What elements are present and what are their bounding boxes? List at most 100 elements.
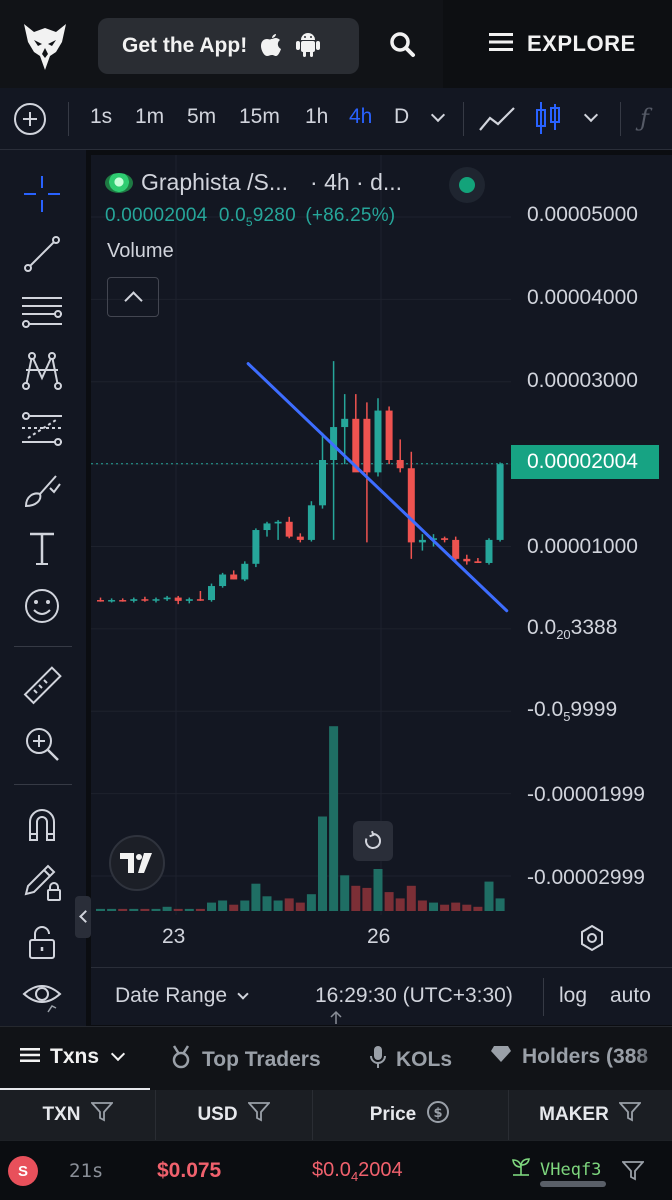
table-row[interactable]: S 21s $0.075 $0.042004 VHeqf3 <box>0 1140 672 1200</box>
candle-body <box>285 521 293 537</box>
volume-bar <box>284 898 294 911</box>
date-range-button[interactable]: Date Range <box>115 984 249 1008</box>
candle-body <box>363 418 371 473</box>
timeframe-1s[interactable]: 1s <box>90 105 112 129</box>
fib-icon[interactable] <box>20 408 64 452</box>
chart-legend-title: Graphista /S... · 4h · d... <box>105 169 402 196</box>
candle-body <box>263 523 271 531</box>
price-axis-label: -0.00002999 <box>527 866 645 889</box>
reset-chart-button[interactable] <box>353 821 393 861</box>
tab-holders[interactable]: Holders (388 <box>490 1045 648 1069</box>
chevron-down-icon[interactable] <box>430 107 446 123</box>
timeframe-d[interactable]: D <box>394 105 409 129</box>
emoji-icon[interactable] <box>20 584 64 628</box>
filter-icon[interactable] <box>89 1102 114 1128</box>
collapse-legend-button[interactable] <box>107 277 159 317</box>
auto-scale-button[interactable]: auto <box>610 984 651 1008</box>
collapse-toolbar-button[interactable] <box>75 896 91 938</box>
tab-kols[interactable]: KOLs <box>370 1045 452 1075</box>
candle-body <box>274 521 282 524</box>
volume-bar <box>406 885 416 911</box>
filter-icon[interactable] <box>617 1102 642 1128</box>
tradingview-logo-icon[interactable] <box>109 835 165 891</box>
list-icon <box>20 1045 40 1069</box>
sprout-icon <box>510 1157 532 1182</box>
time-axis-label: 26 <box>367 925 391 948</box>
legend-symbol[interactable]: Graphista /S... <box>141 169 288 196</box>
get-app-button[interactable]: Get the App! <box>98 18 359 74</box>
log-scale-button[interactable]: log <box>559 984 587 1008</box>
clock-timezone[interactable]: 16:29:30 (UTC+3:30) <box>315 984 513 1008</box>
crosshair-icon[interactable] <box>20 172 64 216</box>
lock-icon[interactable] <box>20 920 64 964</box>
chevron-down-icon[interactable] <box>583 107 599 123</box>
volume-bar <box>495 898 505 911</box>
chart-pane[interactable]: Graphista /S... · 4h · d... 0.00002004 0… <box>91 155 672 1025</box>
pattern-icon[interactable] <box>20 348 64 392</box>
legend-last-price: 0.00002004 <box>105 205 208 226</box>
volume-bar <box>273 900 283 911</box>
trendline-icon[interactable] <box>20 232 64 276</box>
chart-bottom-bar: Date Range 16:29:30 (UTC+3:30) log auto <box>91 967 672 1025</box>
tab-txns-label: Txns <box>50 1045 100 1068</box>
candle-body <box>396 460 404 469</box>
candle-body <box>296 536 304 540</box>
candle-body <box>185 599 193 601</box>
timeframe-15m[interactable]: 15m <box>239 105 280 129</box>
volume-bar <box>429 902 438 911</box>
ruler-icon[interactable] <box>20 664 64 708</box>
fx-icon[interactable]: ƒ <box>640 104 649 132</box>
column-header-usd[interactable]: USD <box>155 1090 312 1140</box>
volume-bar <box>118 908 128 911</box>
candle-body <box>385 410 393 461</box>
timeframe-5m[interactable]: 5m <box>187 105 216 129</box>
candle-body <box>230 574 238 580</box>
column-header-txn[interactable]: TXN <box>0 1090 155 1140</box>
candle-body <box>208 586 215 601</box>
eagle-logo-icon[interactable] <box>20 18 70 74</box>
search-icon[interactable] <box>386 28 420 62</box>
column-header-label: TXN <box>42 1104 81 1125</box>
candle-body <box>319 460 326 506</box>
candle-body <box>119 600 127 602</box>
tab-txns[interactable]: Txns <box>20 1045 126 1069</box>
menu-icon <box>489 32 513 57</box>
diamond-icon <box>490 1045 512 1069</box>
timeframe-4h[interactable]: 4h <box>349 105 372 129</box>
volume-bar <box>484 881 494 911</box>
settings-icon[interactable] <box>577 923 607 953</box>
apple-icon <box>259 30 283 63</box>
column-header-price[interactable]: Price $ <box>312 1090 508 1140</box>
volume-bar <box>162 906 172 911</box>
candle-body <box>141 599 149 601</box>
pencil-lock-icon[interactable] <box>20 860 64 904</box>
chevron-down-icon <box>110 1046 126 1062</box>
brush-icon[interactable] <box>20 468 64 512</box>
volume-bar <box>340 875 350 911</box>
volume-bar <box>229 904 239 911</box>
text-icon[interactable] <box>20 526 64 570</box>
tab-top-traders[interactable]: Top Traders <box>170 1045 321 1075</box>
txn-maker[interactable]: VHeqf3 <box>510 1157 601 1182</box>
candle-body <box>130 599 138 601</box>
magnet-icon[interactable] <box>20 802 64 846</box>
column-header-maker[interactable]: MAKER <box>508 1090 672 1140</box>
market-status-icon[interactable] <box>449 167 485 203</box>
android-icon <box>295 30 321 63</box>
filter-icon[interactable] <box>246 1102 271 1128</box>
filter-icon[interactable] <box>620 1161 646 1186</box>
volume-bar <box>362 887 372 911</box>
currency-toggle-icon[interactable]: $ <box>426 1100 450 1130</box>
toolbar-divider <box>620 102 621 136</box>
zoom-in-icon[interactable] <box>20 722 64 766</box>
timeframe-1h[interactable]: 1h <box>305 105 328 129</box>
volume-bar <box>218 900 228 911</box>
eye-icon[interactable] <box>20 972 64 1016</box>
timeframe-1m[interactable]: 1m <box>135 105 164 129</box>
line-chart-icon[interactable] <box>478 104 518 139</box>
horizontal-lines-icon[interactable] <box>20 290 64 334</box>
plus-circle-icon[interactable] <box>14 103 46 135</box>
candlestick-icon[interactable] <box>534 100 562 141</box>
maker-address[interactable]: VHeqf3 <box>540 1160 601 1180</box>
explore-button[interactable]: EXPLORE <box>443 0 672 88</box>
